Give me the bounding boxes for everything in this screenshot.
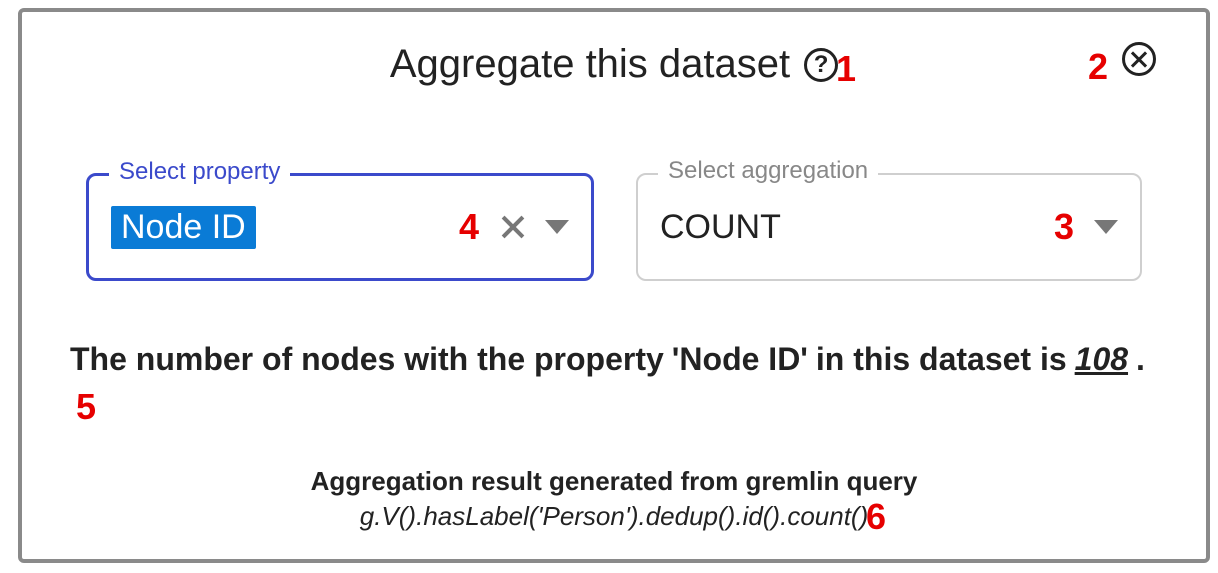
- annotation-4: 4: [459, 206, 479, 248]
- select-property-legend: Select property: [109, 158, 290, 186]
- chevron-down-icon[interactable]: [1094, 220, 1118, 234]
- fields-row: Select property Node ID 4 Select aggrega…: [66, 173, 1162, 281]
- select-aggregation-field[interactable]: Select aggregation COUNT 3: [636, 173, 1142, 281]
- annotation-6: 6: [866, 496, 886, 538]
- clear-icon[interactable]: [499, 213, 527, 241]
- result-value: 108: [1075, 341, 1128, 378]
- select-property-value: Node ID: [111, 206, 256, 249]
- result-suffix: .: [1136, 341, 1145, 378]
- select-property-controls: [499, 213, 569, 241]
- query-text: g.V().hasLabel('Person').dedup().id().co…: [66, 501, 1162, 532]
- select-aggregation-legend: Select aggregation: [658, 157, 878, 185]
- select-aggregation-value: COUNT: [660, 208, 781, 247]
- close-icon[interactable]: [1122, 42, 1156, 76]
- query-caption: Aggregation result generated from gremli…: [66, 466, 1162, 497]
- annotation-2: 2: [1088, 46, 1108, 88]
- dialog-header: Aggregate this dataset ? 1 2: [66, 42, 1162, 87]
- select-property-field[interactable]: Select property Node ID 4: [86, 173, 594, 281]
- aggregate-dialog: Aggregate this dataset ? 1 2 Select prop…: [18, 8, 1210, 563]
- help-icon[interactable]: ?: [804, 48, 838, 82]
- chevron-down-icon[interactable]: [545, 220, 569, 234]
- result-prefix: The number of nodes with the property: [70, 341, 664, 378]
- dialog-title-row: Aggregate this dataset ?: [390, 42, 838, 87]
- query-block: Aggregation result generated from gremli…: [66, 466, 1162, 532]
- select-aggregation-controls: [1094, 220, 1118, 234]
- result-property: 'Node ID': [672, 341, 808, 378]
- annotation-5: 5: [76, 386, 96, 428]
- result-line: The number of nodes with the property 'N…: [66, 341, 1162, 428]
- annotation-1: 1: [836, 48, 856, 90]
- dialog-title: Aggregate this dataset: [390, 42, 790, 87]
- result-mid: in this dataset is: [816, 341, 1067, 378]
- annotation-3: 3: [1054, 206, 1074, 248]
